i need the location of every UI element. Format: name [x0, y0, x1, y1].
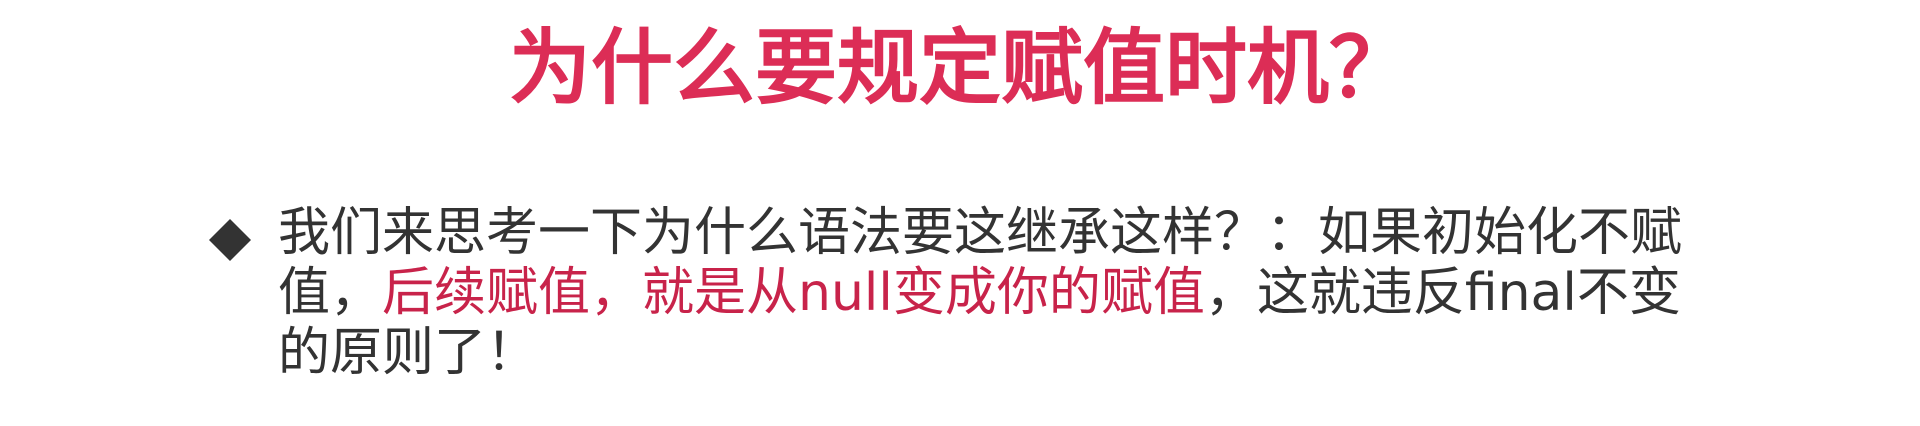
diamond-bullet-icon: [209, 219, 251, 261]
bullet-line-2-end: ，这就违反final不变: [1204, 263, 1681, 323]
bullet-line-2: 值，后续赋值，就是从null变成你的赋值，这就违反final不变: [278, 263, 1768, 323]
bullet-text: 我们来思考一下为什么语法要这继承这样？：如果初始化不赋 值，后续赋值，就是从nu…: [278, 203, 1768, 383]
highlighted-text: 后续赋值，就是从null变成你的赋值: [382, 263, 1205, 323]
bullet-line-3: 的原则了！: [278, 323, 539, 383]
slide-title: 为什么要规定赋值时机？: [508, 21, 1411, 116]
bullet-line-2-start: 值，: [278, 263, 383, 323]
slide: 为什么要规定赋值时机？ 我们来思考一下为什么语法要这继承这样？：如果初始化不赋 …: [0, 0, 1920, 426]
bullet-line-1: 我们来思考一下为什么语法要这继承这样？：如果初始化不赋: [278, 203, 1683, 263]
